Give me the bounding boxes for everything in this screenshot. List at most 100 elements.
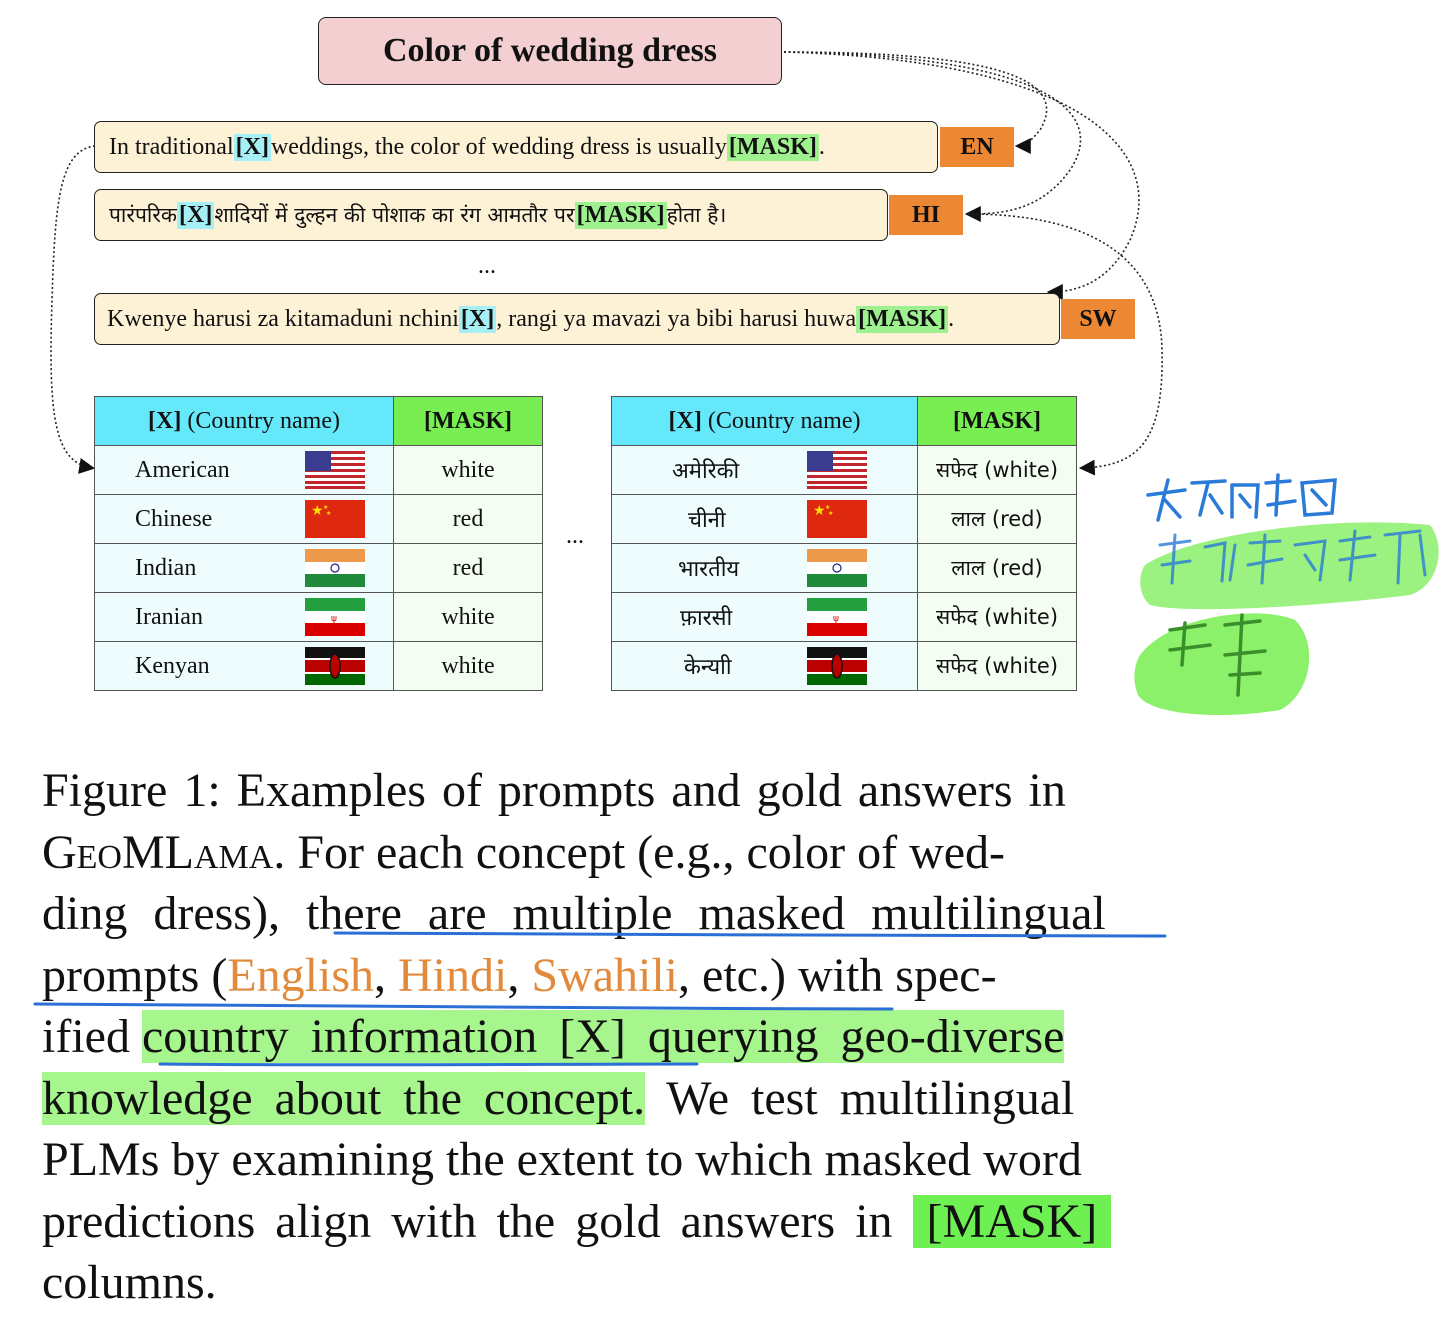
svg-text:★: ★	[311, 503, 324, 519]
mask-answer: सफेद (white)	[917, 445, 1077, 495]
highlighted-text: knowledge about the concept.	[42, 1071, 646, 1125]
table-row: फ़ारसी ψ सफेद (white)	[611, 592, 1077, 642]
table-row: अमेरिकी सफेद (white)	[611, 445, 1077, 495]
country-table-hi: [X] (Country name) [MASK] अमेरिकी सफेद (…	[611, 396, 1077, 691]
table-header: [X] (Country name) [MASK]	[611, 396, 1077, 446]
highlighted-text: country information [X] querying geo-div…	[141, 1010, 1065, 1063]
mask-answer: लाल (red)	[917, 543, 1077, 593]
china-flag-icon: ★ ★★	[305, 500, 365, 538]
country-name: Chinese	[135, 505, 213, 532]
header-country: [X] (Country name)	[94, 396, 394, 446]
china-flag-icon: ★ ★★	[807, 500, 867, 538]
mask-answer: red	[393, 543, 543, 593]
caption-text: prompts (	[42, 948, 228, 1002]
prompt-text: In traditional	[109, 133, 234, 160]
prompt-text: Kwenye harusi za kitamaduni nchini	[107, 305, 459, 332]
caption-text: predictions align with the gold answers …	[42, 1194, 913, 1248]
header-country: [X] (Country name)	[611, 396, 918, 446]
mask-answer: सफेद (white)	[917, 641, 1077, 691]
table-row: Indian red	[94, 543, 543, 593]
mask-answer: सफेद (white)	[917, 592, 1077, 642]
india-flag-icon	[807, 549, 867, 587]
caption-line: knowledge about the concept. We test mul…	[42, 1068, 1164, 1130]
x-placeholder: [X]	[177, 201, 215, 229]
handwritten-annotation	[1134, 473, 1439, 715]
country-name: चीनी	[688, 508, 726, 533]
country-name: Iranian	[135, 603, 203, 630]
svg-text:★: ★	[828, 510, 833, 517]
mask-answer: लाल (red)	[917, 494, 1077, 544]
x-placeholder: [X]	[458, 305, 497, 333]
header-x-rest: (Country name)	[181, 407, 340, 434]
country-name: केन्याी	[684, 655, 732, 680]
x-placeholder: [X]	[233, 133, 271, 161]
caption-text: ified	[42, 1010, 142, 1063]
mask-highlight: [MASK]	[912, 1194, 1112, 1248]
caption-line: prompts (English, Hindi, Swahili, etc.) …	[42, 945, 1164, 1007]
mask-placeholder: [MASK]	[726, 133, 819, 161]
table-row: American white	[94, 445, 543, 495]
prompt-en: In traditional [X] weddings, the color o…	[94, 121, 938, 173]
mask-answer: white	[393, 641, 543, 691]
caption-text: ,	[374, 948, 398, 1002]
svg-text:★: ★	[326, 510, 331, 517]
svg-text:ψ: ψ	[331, 614, 337, 624]
table-row: Chinese ★ ★ ★ red	[94, 494, 543, 544]
geomlama-name: GeoMLama	[42, 825, 274, 879]
prompt-hi: पारंपरिक [X] शादियों में दुल्हन की पोशाक…	[94, 189, 888, 241]
caption-text: ,	[507, 948, 532, 1002]
prompt-text: होता है।	[666, 203, 727, 227]
country-name: Indian	[135, 554, 197, 581]
caption-line: ified country information [X] querying g…	[42, 1006, 1164, 1068]
table-row: चीनी ★ ★ ★ लाल (red)	[611, 494, 1077, 544]
caption-line: Figure 1: Examples of prompts and gold a…	[42, 764, 1066, 817]
country-name: अमेरिकी	[672, 459, 740, 484]
mask-placeholder: [MASK]	[856, 305, 949, 333]
prompt-text: शादियों में दुल्हन की पोशाक का रंग आमतौर…	[214, 203, 575, 227]
lang-hindi: Hindi	[398, 948, 508, 1002]
svg-text:★: ★	[813, 503, 826, 519]
arrow-en-to-table1	[50, 145, 96, 474]
header-mask: [MASK]	[917, 396, 1077, 446]
lang-english: English	[227, 948, 374, 1002]
us-flag-icon	[807, 451, 867, 489]
india-flag-icon	[305, 549, 365, 587]
country-name: American	[135, 456, 230, 483]
iran-flag-icon: ψ	[305, 598, 365, 636]
prompt-sw: Kwenye harusi za kitamaduni nchini [X], …	[94, 293, 1060, 345]
country-table-en: [X] (Country name) [MASK] American white…	[94, 396, 543, 691]
table-header: [X] (Country name) [MASK]	[94, 396, 543, 446]
svg-text:ψ: ψ	[833, 614, 839, 624]
caption-line: predictions align with the gold answers …	[42, 1191, 1164, 1253]
header-x: [X]	[148, 407, 182, 434]
country-name: Kenyan	[135, 652, 210, 679]
lang-swahili: Swahili	[531, 948, 679, 1002]
iran-flag-icon: ψ	[807, 598, 867, 636]
prompt-ellipsis: ...	[478, 253, 496, 279]
prompt-text: weddings, the color of wedding dress is …	[270, 133, 727, 160]
country-name: फ़ारसी	[680, 606, 733, 631]
country-name: भारतीय	[678, 557, 740, 582]
prompt-text: , rangi ya mavazi ya bibi harusi huwa	[496, 305, 857, 332]
us-flag-icon	[305, 451, 365, 489]
table-row: Iranian ψ white	[94, 592, 543, 642]
mask-answer: white	[393, 592, 543, 642]
caption-text: , etc.) with spec-	[678, 948, 997, 1002]
header-mask: [MASK]	[393, 396, 543, 446]
caption-line: PLMs by examining the extent to which ma…	[42, 1133, 1082, 1186]
kenya-flag-icon	[807, 647, 867, 685]
prompt-text: .	[948, 305, 955, 332]
caption-line: ding dress), there are multiple masked m…	[42, 887, 1106, 940]
table-ellipsis: ...	[566, 523, 584, 549]
caption-line: columns.	[42, 1256, 217, 1309]
concept-title: Color of wedding dress	[318, 17, 782, 85]
lang-tag-sw: SW	[1061, 299, 1135, 339]
mask-answer: white	[393, 445, 543, 495]
lang-tag-en: EN	[940, 127, 1014, 167]
prompt-text: .	[818, 133, 825, 160]
caption-text: We test multilingual	[645, 1071, 1075, 1125]
header-x-rest: (Country name)	[701, 407, 861, 434]
header-x: [X]	[668, 407, 702, 434]
lang-tag-hi: HI	[889, 195, 963, 235]
table-row: केन्याी सफेद (white)	[611, 641, 1077, 691]
